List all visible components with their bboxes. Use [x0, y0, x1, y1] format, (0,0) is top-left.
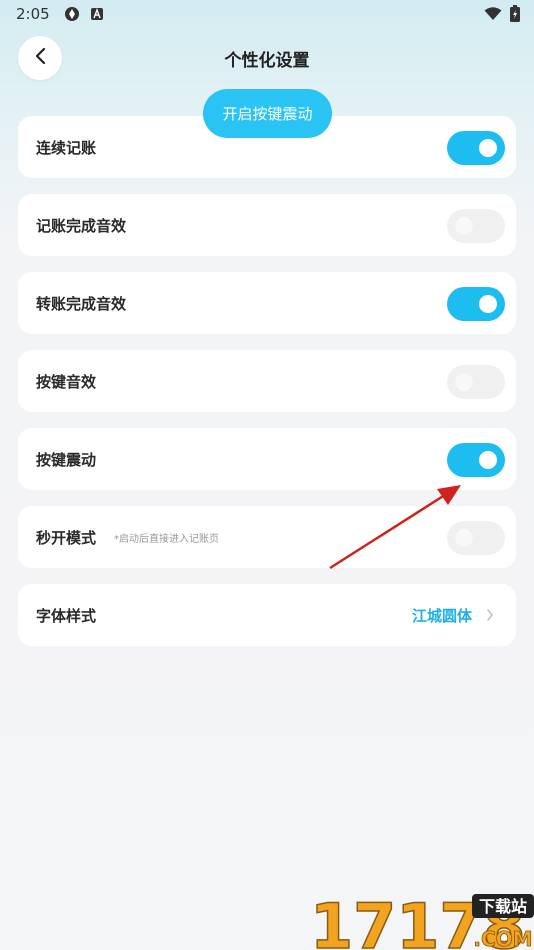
- font-style-value: 江城圆体: [411, 607, 472, 625]
- chevron-right-icon: [486, 607, 494, 626]
- setting-label: 连续记账: [36, 138, 97, 157]
- setting-label: 转账完成音效: [36, 294, 127, 313]
- instant-open-mode-toggle[interactable]: [447, 521, 505, 555]
- setting-label: 记账完成音效: [36, 216, 127, 235]
- toggle-knob: [479, 451, 497, 469]
- wifi-icon: [484, 6, 502, 25]
- sync-icon: [64, 6, 80, 22]
- setting-key-vibration: 按键震动: [18, 428, 516, 490]
- toggle-knob: [479, 295, 497, 313]
- toggle-knob: [455, 373, 473, 391]
- setting-label: 字体样式: [36, 606, 97, 625]
- setting-label: 按键音效: [36, 372, 97, 391]
- watermark-logo: 17178 下载站 .COM: [308, 884, 534, 950]
- battery-icon: [510, 5, 520, 26]
- setting-font-style[interactable]: 字体样式 江城圆体: [18, 584, 516, 646]
- continuous-accounting-toggle[interactable]: [447, 131, 505, 165]
- page-title: 个性化设置: [224, 51, 310, 71]
- setting-hint: *启动后直接进入记账页: [114, 533, 220, 545]
- setting-transfer-complete-sound: 转账完成音效: [18, 272, 516, 334]
- setting-instant-open-mode: 秒开模式 *启动后直接进入记账页: [18, 506, 516, 568]
- accounting-complete-sound-toggle[interactable]: [447, 209, 505, 243]
- status-bar: 2:05: [0, 0, 534, 28]
- watermark-tag: 下载站: [479, 897, 527, 916]
- watermark-domain: .COM: [473, 927, 532, 950]
- setting-label: 按键震动: [36, 450, 97, 469]
- status-time: 2:05: [16, 5, 50, 23]
- transfer-complete-sound-toggle[interactable]: [447, 287, 505, 321]
- key-vibration-toggle[interactable]: [447, 443, 505, 477]
- key-sound-toggle[interactable]: [447, 365, 505, 399]
- notification-a-icon: [90, 7, 104, 21]
- toggle-knob: [455, 217, 473, 235]
- setting-label: 秒开模式: [36, 528, 97, 547]
- setting-accounting-complete-sound: 记账完成音效: [18, 194, 516, 256]
- toggle-knob: [479, 139, 497, 157]
- toast-message: 开启按键震动: [203, 89, 332, 138]
- toggle-knob: [455, 529, 473, 547]
- setting-key-sound: 按键音效: [18, 350, 516, 412]
